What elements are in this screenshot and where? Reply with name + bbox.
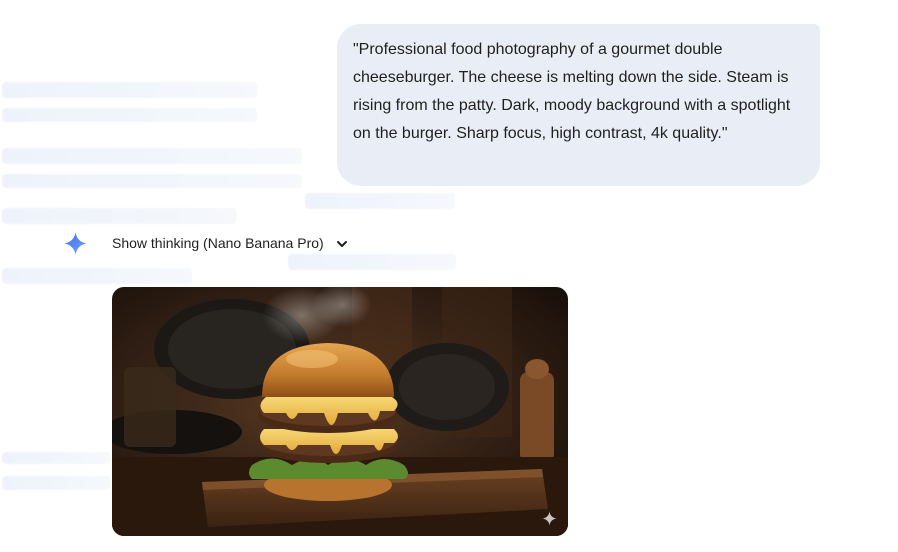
user-message-bubble: "Professional food photography of a gour… — [337, 24, 820, 186]
chat-page: "Professional food photography of a gour… — [0, 0, 898, 552]
burger-illustration — [112, 287, 568, 536]
chevron-down-icon[interactable] — [336, 237, 348, 249]
sparkle-icon — [541, 510, 558, 527]
show-thinking-toggle[interactable]: Show thinking (Nano Banana Pro) — [63, 231, 348, 255]
gemini-sparkle-icon — [63, 231, 88, 256]
show-thinking-label: Show thinking (Nano Banana Pro) — [112, 235, 324, 251]
generated-image[interactable] — [112, 287, 568, 536]
user-message-text: "Professional food photography of a gour… — [353, 41, 791, 142]
